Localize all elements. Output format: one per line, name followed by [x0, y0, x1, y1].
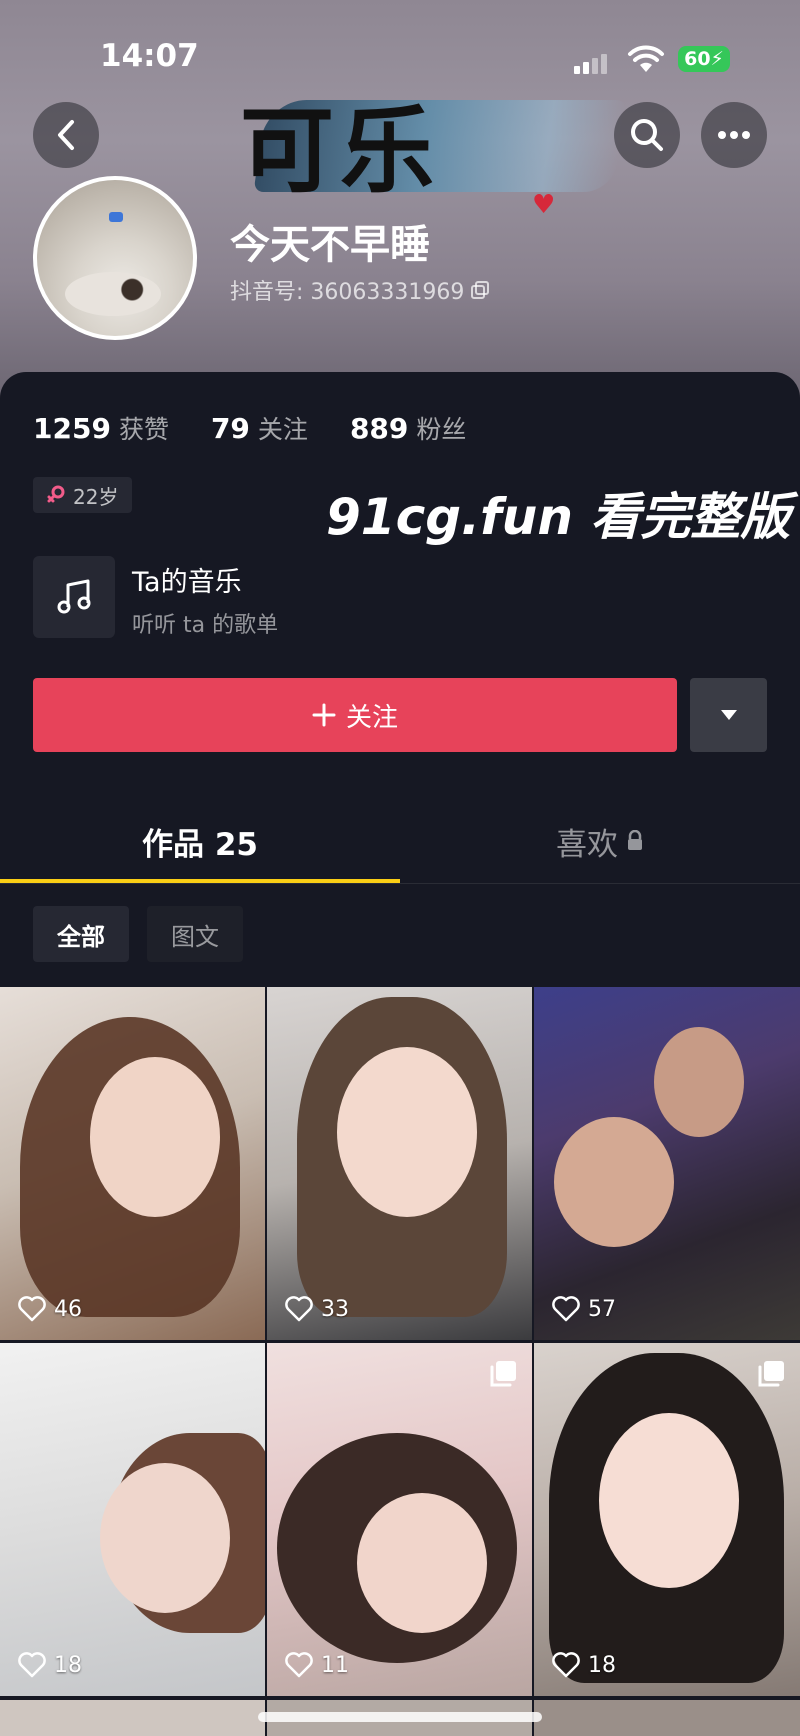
tab-works[interactable]: 作品 25 [0, 798, 400, 884]
like-count: 18 [552, 1652, 616, 1678]
avatar-bow-decoration [109, 212, 123, 222]
douyin-id[interactable]: 抖音号: 36063331969 [230, 274, 490, 306]
video-thumbnail[interactable]: 57 [534, 987, 800, 1340]
home-indicator [258, 1712, 542, 1722]
stat-value: 79 [210, 412, 250, 445]
female-gender-icon [47, 485, 65, 503]
like-count-value: 18 [588, 1652, 616, 1678]
age-text: 22岁 [73, 484, 119, 509]
age-badge: 22岁 [33, 477, 133, 513]
watermark-overlay: 91cg.fun 看完整版 [326, 488, 791, 546]
content-tabs: 作品 25 喜欢 [0, 798, 800, 884]
active-tab-underline [0, 879, 400, 883]
search-button[interactable] [614, 102, 680, 168]
follow-button[interactable]: 关注 [33, 678, 677, 752]
profile-stats: 1259 获赞 79 关注 889 粉丝 [33, 410, 466, 446]
multi-image-icon [490, 1361, 516, 1387]
like-count: 57 [552, 1296, 616, 1322]
plus-icon [312, 703, 336, 727]
stat-value: 889 [349, 412, 409, 445]
stat-label: 关注 [257, 415, 308, 444]
search-icon [631, 119, 663, 151]
like-count: 11 [285, 1652, 349, 1678]
music-subtitle: 听听 ta 的歌单 [132, 613, 279, 638]
stat-likes: 1259 获赞 [33, 410, 169, 446]
heart-outline-icon [285, 1652, 313, 1678]
tab-likes[interactable]: 喜欢 [400, 798, 800, 884]
heart-outline-icon [285, 1296, 313, 1322]
thumbnail-face [100, 1463, 230, 1613]
stat-following[interactable]: 79 关注 [211, 410, 308, 446]
like-count-value: 46 [54, 1296, 82, 1322]
heart-icon: ♥ [532, 190, 556, 220]
video-thumbnail[interactable]: 18 [0, 1343, 265, 1696]
like-count-value: 11 [321, 1652, 349, 1678]
multi-image-icon [758, 1361, 784, 1387]
douyin-id-text: 抖音号: 36063331969 [230, 280, 465, 305]
video-thumbnail[interactable] [534, 1700, 800, 1736]
like-count-value: 18 [54, 1652, 82, 1678]
back-button[interactable] [33, 102, 99, 168]
thumbnail-face [599, 1413, 739, 1588]
like-count-value: 57 [588, 1296, 616, 1322]
lock-icon [628, 830, 642, 850]
video-thumbnail[interactable] [0, 1700, 265, 1736]
thumbnail-face [654, 1027, 744, 1137]
more-horizontal-icon [718, 131, 750, 139]
chevron-left-icon [58, 120, 74, 150]
like-count: 33 [285, 1296, 349, 1322]
thumbnail-face [337, 1047, 477, 1217]
battery-indicator: 60⚡ [678, 46, 730, 72]
avatar-cat [65, 272, 161, 316]
tab-likes-label: 喜欢 [556, 826, 618, 863]
recommend-dropdown-button[interactable] [690, 678, 767, 752]
video-thumbnail[interactable]: 46 [0, 987, 265, 1340]
profile-nickname: 今天不早睡 [230, 222, 430, 268]
follow-button-label: 关注 [345, 702, 398, 733]
cellular-signal-icon [574, 54, 607, 74]
heart-outline-icon [552, 1296, 580, 1322]
wifi-icon [628, 45, 664, 72]
filter-image-text[interactable]: 图文 [147, 906, 243, 962]
video-grid: 46 33 57 18 11 18 [0, 987, 800, 1696]
stat-label: 粉丝 [416, 415, 467, 444]
music-tile[interactable] [33, 556, 115, 638]
video-thumbnail[interactable]: 18 [534, 1343, 800, 1696]
caret-down-icon [720, 710, 737, 720]
like-count: 46 [18, 1296, 82, 1322]
copy-icon[interactable] [470, 280, 490, 300]
stat-followers[interactable]: 889 粉丝 [350, 410, 466, 446]
music-title[interactable]: Ta的音乐 [132, 560, 242, 599]
music-note-icon [57, 579, 91, 614]
video-thumbnail[interactable]: 33 [267, 987, 532, 1340]
more-options-button[interactable] [701, 102, 767, 168]
avatar[interactable] [33, 176, 197, 340]
video-thumbnail[interactable]: 11 [267, 1343, 532, 1696]
filter-all[interactable]: 全部 [33, 906, 129, 962]
heart-outline-icon [552, 1652, 580, 1678]
stat-value: 1259 [33, 412, 111, 445]
like-count: 18 [18, 1652, 82, 1678]
thumbnail-face [554, 1117, 674, 1247]
like-count-value: 33 [321, 1296, 349, 1322]
thumbnail-face [90, 1057, 220, 1217]
status-time: 14:07 [100, 38, 199, 74]
thumbnail-face [357, 1493, 487, 1633]
stat-label: 获赞 [118, 415, 169, 444]
heart-outline-icon [18, 1296, 46, 1322]
filter-chips: 全部 图文 [33, 906, 243, 962]
tab-works-label: 作品 25 [142, 826, 258, 863]
cover-banner-text: 可乐 [240, 96, 441, 206]
heart-outline-icon [18, 1652, 46, 1678]
